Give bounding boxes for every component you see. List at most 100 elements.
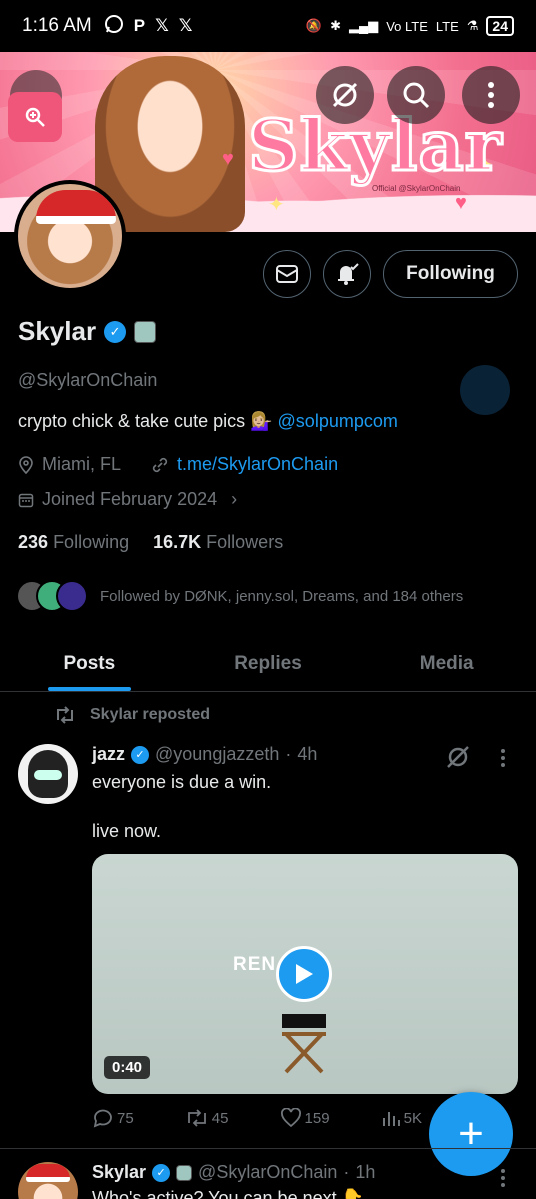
signal-icon: ▂▄▆	[348, 18, 379, 33]
profile-bio: crypto chick & take cute pics 💁🏼‍♀️ @sol…	[18, 411, 398, 432]
repost-icon	[187, 1109, 206, 1127]
notifications-button[interactable]	[323, 250, 371, 298]
post-text: live now.	[92, 821, 162, 841]
message-button[interactable]	[263, 250, 311, 298]
following-stat[interactable]: 236 Following	[18, 532, 129, 553]
tab-media[interactable]: Media	[357, 636, 536, 691]
post-separator: ·	[343, 1162, 350, 1182]
santa-hat	[26, 1164, 70, 1182]
bell-check-icon	[338, 263, 359, 285]
bio-text: crypto chick & take cute pics 💁🏼‍♀️	[18, 411, 273, 431]
profile-joined[interactable]: Joined February 2024 ›	[18, 489, 237, 510]
views-count: 5K	[403, 1109, 422, 1127]
grok-explain-button[interactable]	[445, 744, 471, 775]
post-author-handle[interactable]: @youngjazzeth	[155, 744, 279, 765]
video-duration: 0:40	[104, 1056, 151, 1079]
santa-hat	[36, 190, 116, 224]
reply-count: 75	[117, 1109, 134, 1127]
post-more-button[interactable]	[500, 1168, 506, 1188]
more-options-button[interactable]	[462, 66, 520, 124]
battery-indicator: 24	[486, 16, 514, 36]
post-more-button[interactable]	[500, 748, 506, 768]
avatar-eyes	[34, 770, 62, 780]
search-icon	[403, 82, 430, 109]
reply-button[interactable]: 75	[92, 1108, 134, 1128]
flask-icon: ⚗	[466, 18, 479, 33]
link-icon	[152, 457, 168, 472]
zoom-overlay-button[interactable]	[8, 92, 62, 142]
tab-posts[interactable]: Posts	[0, 636, 179, 691]
avatar[interactable]	[18, 744, 78, 804]
analytics-icon	[382, 1112, 400, 1126]
notification-icons: P 𝕏 𝕏	[104, 14, 193, 39]
more-vertical-icon	[488, 82, 494, 108]
p-icon: P	[133, 16, 146, 35]
like-button[interactable]: 159	[280, 1108, 330, 1128]
post-author-handle[interactable]: @SkylarOnChain	[198, 1162, 337, 1183]
star-icon: ✦	[268, 194, 285, 216]
bluetooth-icon: ✱	[330, 18, 341, 33]
profile-link[interactable]: t.me/SkylarOnChain	[177, 454, 338, 475]
mute-icon: 🔕	[305, 18, 323, 33]
x-icon: 𝕏	[155, 16, 169, 35]
repost-label: Skylar reposted	[90, 706, 211, 723]
verified-badge-icon[interactable]: ✓	[104, 320, 127, 343]
display-name: Skylar	[18, 316, 97, 346]
tab-replies[interactable]: Replies	[179, 636, 358, 691]
post-time: 1h	[355, 1162, 376, 1182]
profile-name: Skylar ✓	[18, 316, 157, 347]
following-stat-label: Following	[53, 532, 130, 552]
banner-title: Skylar	[247, 103, 504, 189]
bio-mention-link[interactable]: @solpumpcom	[278, 411, 398, 431]
avatar[interactable]	[18, 1162, 78, 1199]
profile-meta: Miami, FL t.me/SkylarOnChain	[18, 454, 338, 475]
post-divider	[0, 1148, 536, 1149]
post-time: 4h	[297, 744, 318, 764]
joined-date: Joined February 2024	[42, 489, 218, 509]
search-button[interactable]	[387, 66, 445, 124]
profile-handle: @SkylarOnChain	[18, 370, 158, 390]
followed-by-avatars	[16, 580, 88, 612]
plus-icon: +	[458, 1109, 484, 1158]
post-author-name[interactable]: Skylar	[92, 1162, 146, 1183]
follow-stats: 236 Following 16.7K Followers	[18, 532, 283, 553]
post-text: everyone is due a win.	[92, 772, 272, 792]
compose-button[interactable]: +	[429, 1092, 513, 1176]
system-icons: 🔕 ✱ ▂▄▆ Vo LTE LTE ⚗ 24	[306, 16, 514, 36]
verified-badge-icon: ✓	[152, 1163, 171, 1182]
play-button[interactable]	[276, 946, 332, 1002]
calendar-icon	[18, 493, 34, 507]
followers-stat[interactable]: 16.7K Followers	[153, 532, 283, 553]
grok-icon	[447, 746, 469, 768]
profile-avatar[interactable]	[14, 180, 126, 292]
post-separator: ·	[285, 744, 292, 764]
profile-location: Miami, FL	[42, 454, 122, 474]
post-text: Who's active? You can be next 👇	[92, 1188, 365, 1199]
post-video[interactable]: REN DUE 0:40	[92, 854, 518, 1094]
avatar	[56, 580, 88, 612]
network-label: LTE	[435, 18, 459, 34]
affiliate-badge-icon[interactable]	[134, 320, 157, 343]
repost-button[interactable]: 45	[185, 1108, 229, 1128]
like-count: 159	[304, 1109, 330, 1127]
post-actions: 75 45 159 5K	[92, 1108, 422, 1128]
following-button[interactable]: Following	[383, 250, 518, 298]
followed-by-text: Followed by DØNK, jenny.sol, Dreams, and…	[100, 587, 464, 605]
heart-icon	[280, 1108, 301, 1128]
heart-icon: ♥	[222, 148, 234, 170]
x-icon: 𝕏	[178, 16, 193, 35]
followed-by[interactable]: Followed by DØNK, jenny.sol, Dreams, and…	[16, 580, 463, 612]
profile-tabs: Posts Replies Media	[0, 636, 536, 692]
post-author-name[interactable]: jazz	[92, 744, 125, 765]
followers-stat-label: Followers	[206, 532, 284, 552]
repost-indicator: Skylar reposted	[54, 706, 210, 724]
zoom-in-icon	[25, 107, 45, 127]
repost-count: 45	[211, 1109, 229, 1127]
reply-icon	[93, 1109, 112, 1128]
chevron-right-icon: ›	[231, 489, 238, 509]
banner-subtitle: Official @SkylarOnChain	[372, 184, 461, 193]
following-count: 236	[18, 532, 49, 552]
post-header: jazz ✓ @youngjazzeth · 4h	[92, 744, 317, 765]
views-button[interactable]: 5K	[381, 1108, 422, 1128]
grok-button[interactable]	[316, 66, 374, 124]
